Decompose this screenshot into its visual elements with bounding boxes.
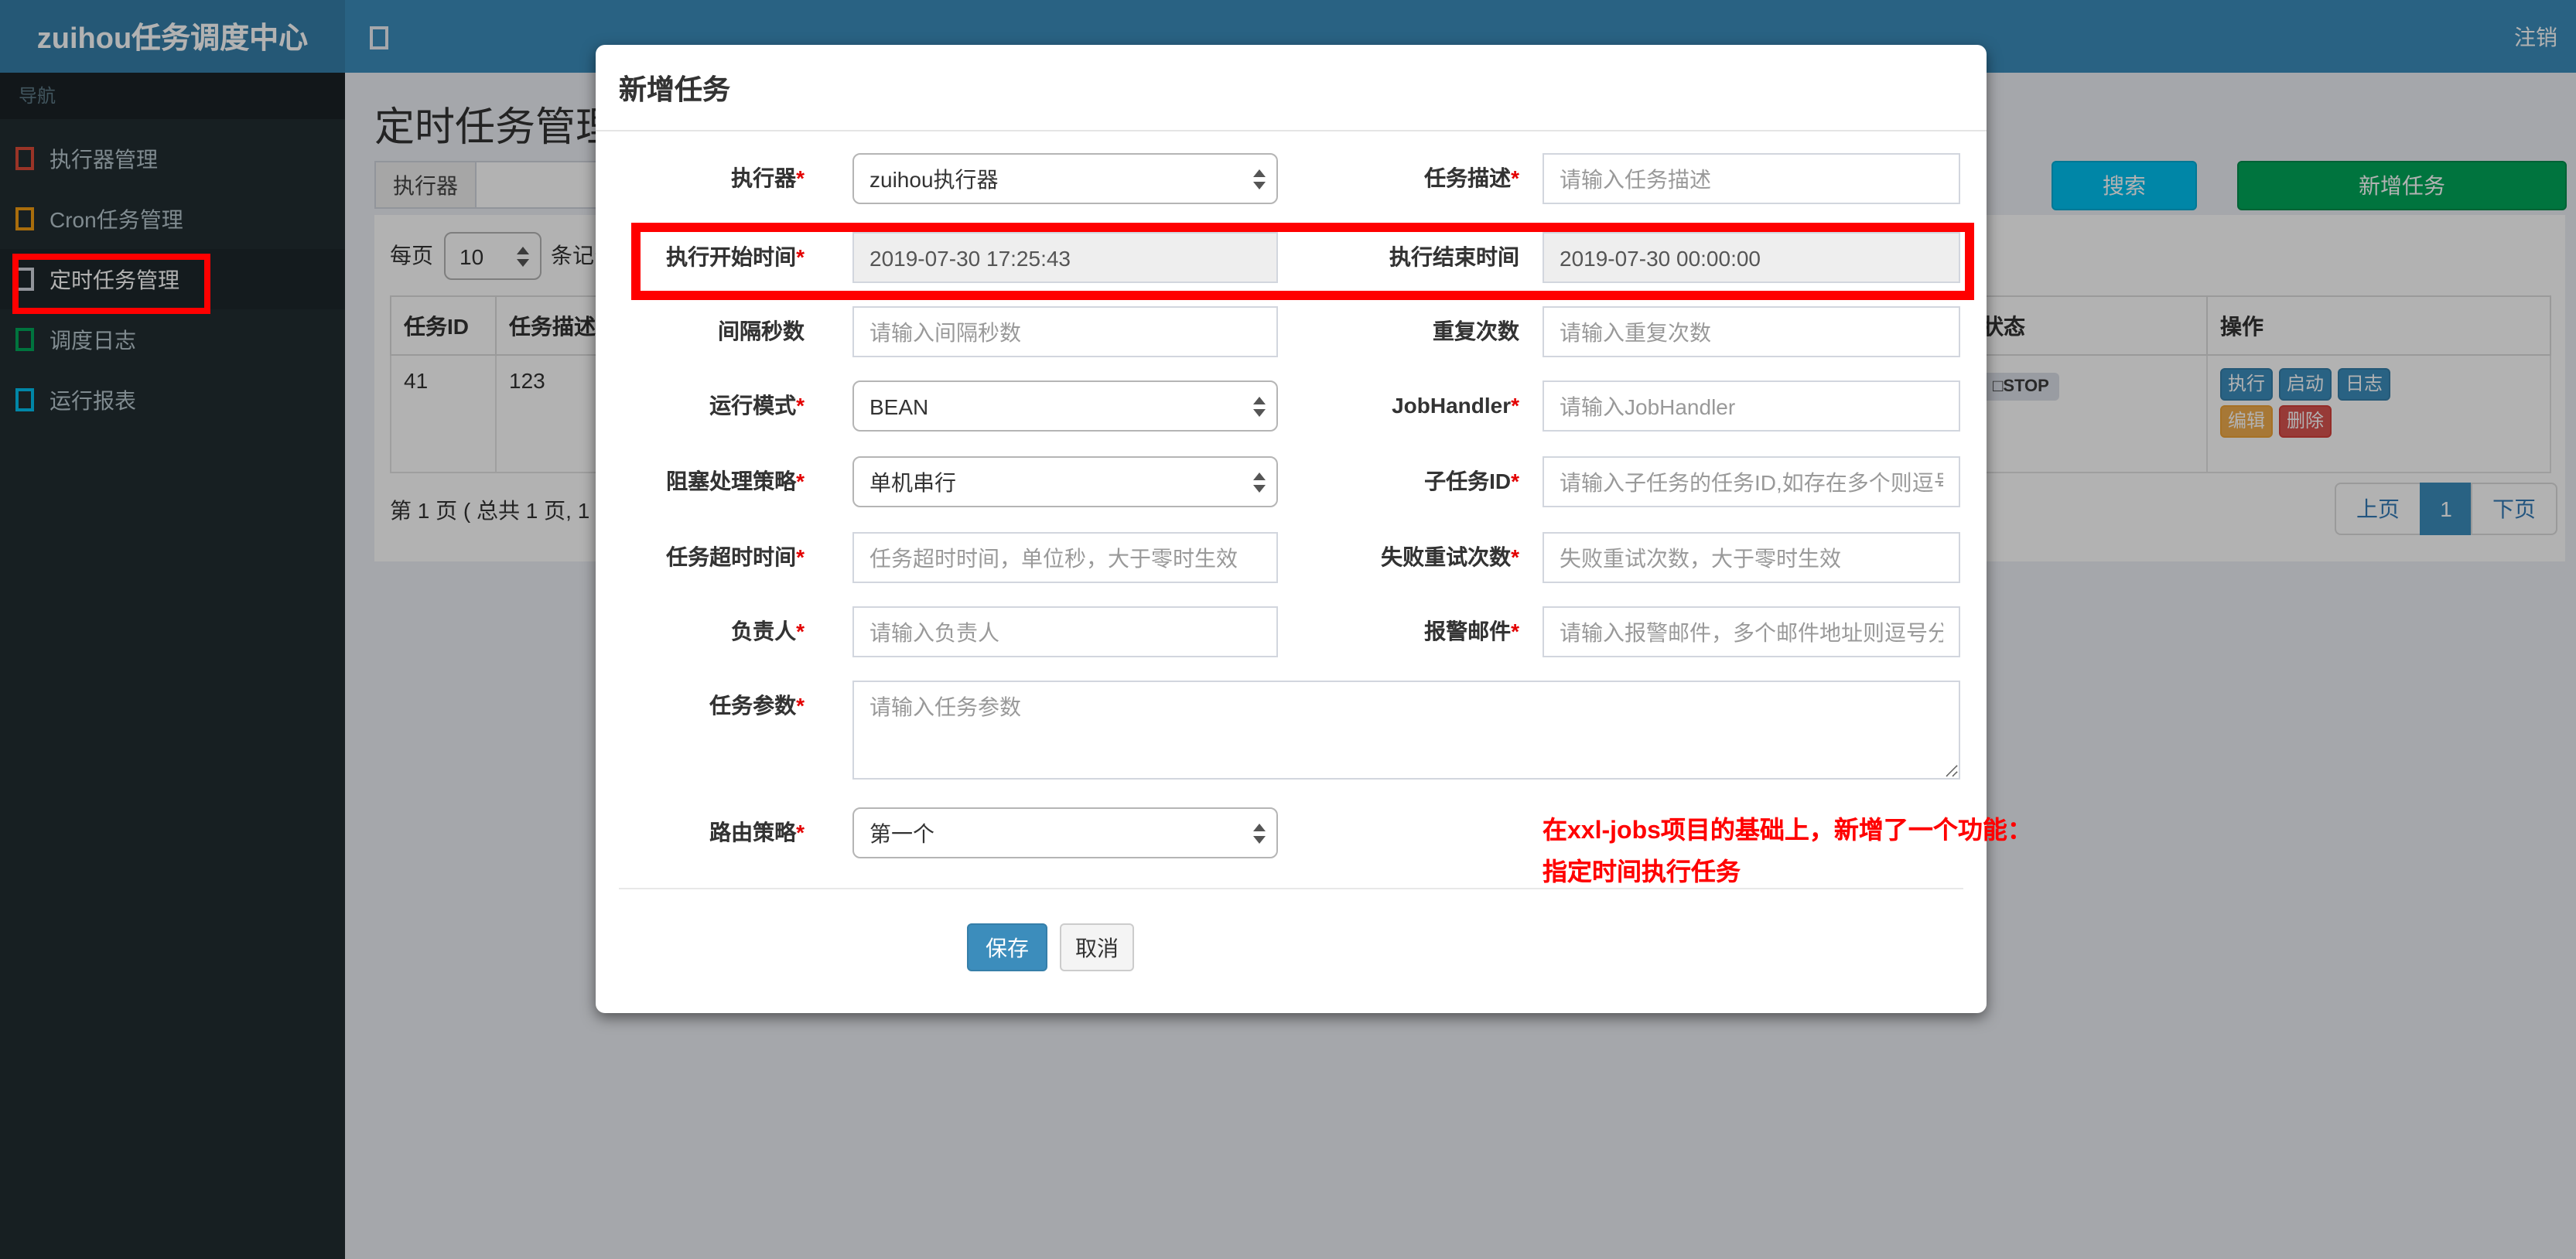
cancel-button[interactable]: 取消 bbox=[1060, 923, 1134, 971]
route-strategy-select[interactable]: 第一个 bbox=[852, 807, 1278, 858]
timeout-input[interactable] bbox=[852, 532, 1278, 583]
executor-select[interactable]: zuihou执行器 bbox=[852, 153, 1278, 204]
route-strategy-label: 路由策略* bbox=[709, 820, 805, 844]
form-row-start-end-time: 执行开始时间* 执行结束时间 bbox=[596, 232, 1987, 283]
repeat-count-input[interactable] bbox=[1543, 306, 1960, 357]
select-arrows-icon bbox=[1253, 823, 1266, 843]
job-handler-label: JobHandler* bbox=[1392, 393, 1519, 418]
interval-label: 间隔秒数 bbox=[718, 319, 805, 343]
form-row-executor-desc: 执行器* zuihou执行器 任务描述* bbox=[596, 153, 1987, 204]
form-row-block-childjob: 阻塞处理策略* 单机串行 子任务ID* bbox=[596, 456, 1987, 507]
owner-input[interactable] bbox=[852, 606, 1278, 657]
interval-input[interactable] bbox=[852, 306, 1278, 357]
modal-header: 新增任务 bbox=[596, 45, 1987, 131]
owner-label: 负责人* bbox=[731, 619, 805, 643]
end-time-label: 执行结束时间 bbox=[1389, 244, 1519, 269]
end-time-input[interactable] bbox=[1543, 232, 1960, 283]
retry-count-label: 失败重试次数* bbox=[1381, 544, 1519, 569]
task-desc-label: 任务描述* bbox=[1424, 165, 1519, 190]
form-row-job-param: 任务参数* bbox=[596, 681, 1987, 780]
app-window: zuihou任务调度中心 注销 导航 执行器管理 Cron任务管理 定时任务管理… bbox=[0, 0, 2576, 1259]
save-button[interactable]: 保存 bbox=[967, 923, 1047, 971]
executor-label: 执行器* bbox=[731, 165, 805, 190]
child-job-label: 子任务ID* bbox=[1424, 469, 1519, 493]
alarm-email-input[interactable] bbox=[1543, 606, 1960, 657]
form-row-timeout-retry: 任务超时时间* 失败重试次数* bbox=[596, 532, 1987, 583]
form-row-gluetype-handler: 运行模式* BEAN JobHandler* bbox=[596, 380, 1987, 432]
alarm-email-label: 报警邮件* bbox=[1424, 619, 1519, 643]
start-time-label: 执行开始时间* bbox=[666, 244, 805, 269]
modal-title: 新增任务 bbox=[619, 73, 730, 104]
job-handler-input[interactable] bbox=[1543, 380, 1960, 432]
modal-footer-divider bbox=[619, 888, 1963, 889]
retry-count-input[interactable] bbox=[1543, 532, 1960, 583]
glue-type-label: 运行模式* bbox=[709, 393, 805, 418]
block-strategy-select[interactable]: 单机串行 bbox=[852, 456, 1278, 507]
feature-note: 在xxl-jobs项目的基础上，新增了一个功能： 指定时间执行任务 bbox=[1543, 810, 2032, 894]
timeout-label: 任务超时时间* bbox=[666, 544, 805, 569]
job-param-textarea[interactable] bbox=[852, 681, 1960, 780]
form-row-owner-email: 负责人* 报警邮件* bbox=[596, 606, 1987, 657]
feature-note-line1: 在xxl-jobs项目的基础上，新增了一个功能： bbox=[1543, 818, 2032, 844]
job-param-label: 任务参数* bbox=[709, 693, 805, 718]
add-task-modal: 新增任务 执行器* zuihou执行器 任务描述* 执行开始时间* 执行结束时间… bbox=[596, 45, 2032, 1013]
start-time-input[interactable] bbox=[852, 232, 1278, 283]
child-job-input[interactable] bbox=[1543, 456, 1960, 507]
repeat-count-label: 重复次数 bbox=[1433, 319, 1519, 343]
form-row-interval-repeat: 间隔秒数 重复次数 bbox=[596, 306, 1987, 357]
task-desc-input[interactable] bbox=[1543, 153, 1960, 204]
glue-type-select[interactable]: BEAN bbox=[852, 380, 1278, 432]
block-strategy-label: 阻塞处理策略* bbox=[666, 469, 805, 493]
